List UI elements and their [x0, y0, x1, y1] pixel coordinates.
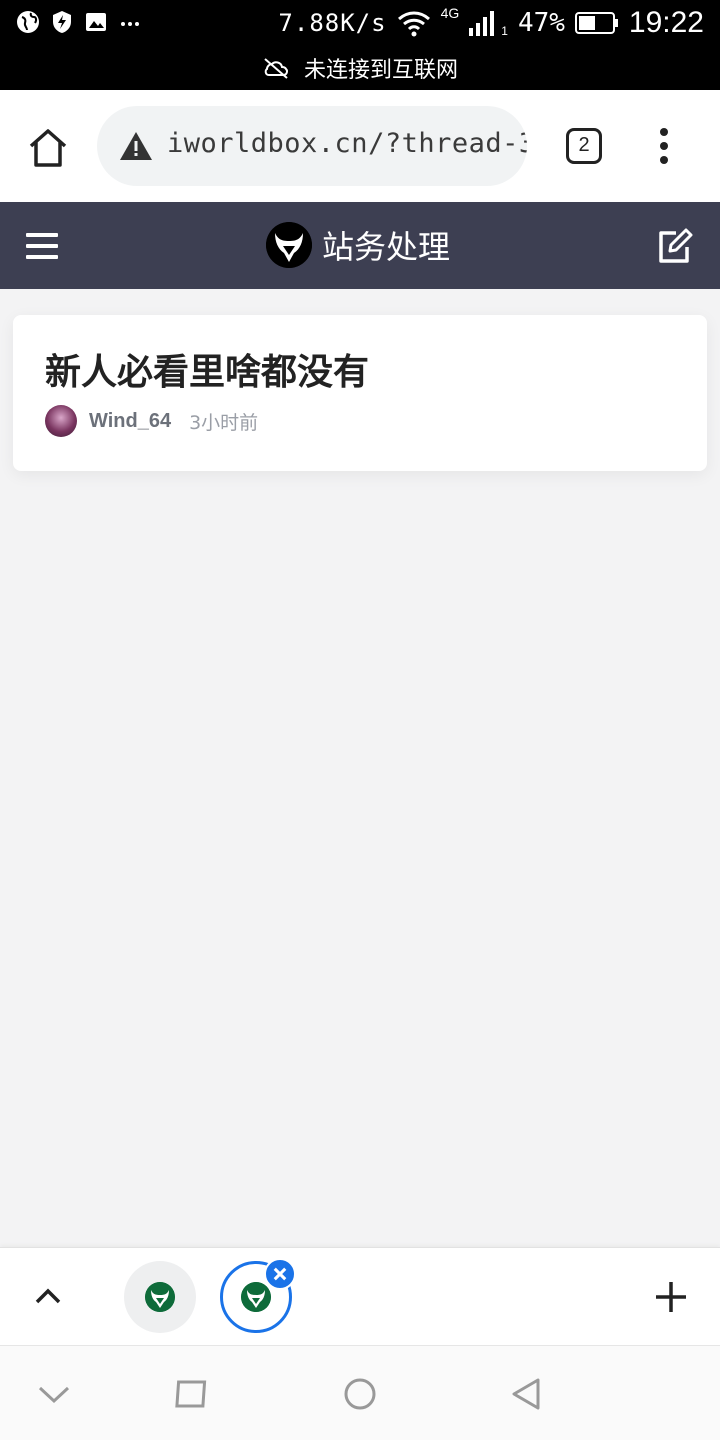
site-logo-icon	[241, 1282, 271, 1312]
page-title: 站务处理	[322, 228, 451, 266]
shield-bolt-icon	[53, 11, 71, 33]
home-circle-icon[interactable]	[342, 1376, 378, 1412]
recents-square-icon[interactable]	[174, 1376, 210, 1412]
more-dots-icon	[121, 22, 139, 26]
connection-text: 未连接到互联网	[303, 58, 458, 83]
home-icon[interactable]	[26, 126, 70, 170]
globe-icon	[17, 11, 39, 33]
site-header: 站务处理	[0, 202, 720, 289]
site-logo-icon	[145, 1282, 175, 1312]
url-text[interactable]: iworldbox.cn/?thread-3.htm	[167, 128, 527, 159]
signal-sub: 1	[501, 24, 508, 38]
battery-percent: 47%	[517, 8, 565, 38]
back-triangle-icon[interactable]	[508, 1376, 544, 1412]
thread-meta: Wind_64 3小时前	[45, 405, 258, 437]
status-bar: 7.88K/s 4G 1 47% 19:22 未连接到互联网	[0, 0, 720, 90]
post-time: 3小时前	[189, 411, 259, 434]
battery-icon	[574, 12, 618, 34]
plus-icon[interactable]	[654, 1280, 688, 1314]
address-bar[interactable]: iworldbox.cn/?thread-3.htm	[97, 106, 527, 186]
browser-toolbar: iworldbox.cn/?thread-3.htm 2	[0, 90, 720, 202]
author-name[interactable]: Wind_64	[89, 410, 171, 433]
avatar[interactable]	[45, 405, 77, 437]
status-icons-left	[16, 10, 142, 34]
system-nav-bar	[0, 1345, 720, 1440]
cloud-off-icon	[264, 58, 288, 79]
tab-strip	[0, 1247, 720, 1345]
chevron-up-icon[interactable]	[34, 1282, 62, 1310]
site-logo-icon	[266, 222, 312, 268]
hamburger-icon[interactable]	[26, 232, 58, 260]
status-icons-right: 7.88K/s 4G 1 47% 19:22	[278, 5, 704, 40]
overflow-menu-icon[interactable]	[650, 126, 678, 166]
chevron-down-icon[interactable]	[36, 1376, 72, 1412]
edit-icon[interactable]	[656, 228, 694, 264]
tab-item[interactable]	[124, 1261, 196, 1333]
connection-notice: 未连接到互联网	[0, 52, 720, 84]
network-type: 4G	[440, 5, 460, 21]
thread-title[interactable]: 新人必看里啥都没有	[45, 343, 369, 395]
clock: 19:22	[628, 6, 704, 39]
thread-card[interactable]: 新人必看里啥都没有 Wind_64 3小时前	[13, 315, 707, 471]
warning-icon[interactable]	[119, 130, 153, 162]
tab-switcher-button[interactable]: 2	[566, 128, 602, 164]
net-speed: 7.88K/s	[278, 9, 387, 37]
site-brand[interactable]: 站务处理	[266, 222, 450, 268]
image-icon	[86, 13, 106, 31]
close-icon[interactable]	[264, 1258, 296, 1290]
wifi-icon	[397, 11, 430, 37]
signal-icon	[469, 11, 495, 36]
